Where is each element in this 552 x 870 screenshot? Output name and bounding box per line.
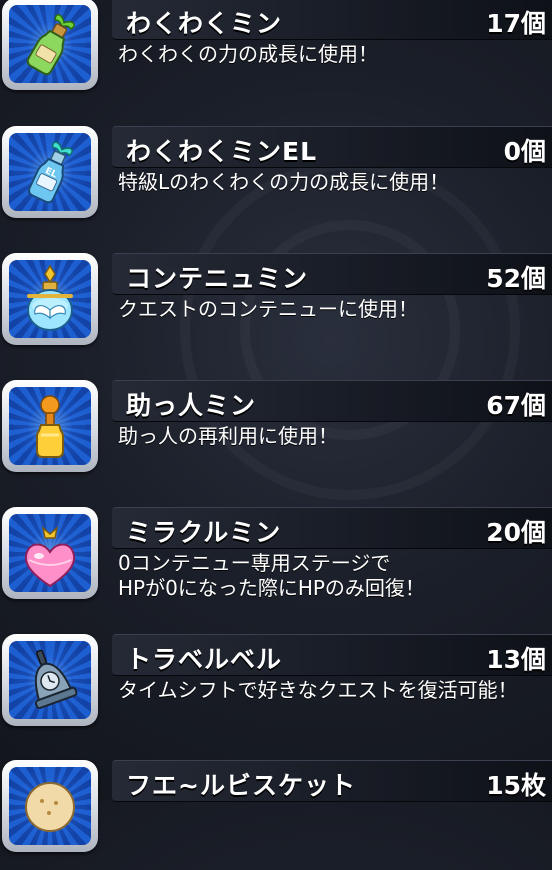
item-row-continue-min[interactable]: コンテニュミン 52個 クエストのコンテニューに使用！ bbox=[0, 253, 552, 363]
description-line: タイムシフトで好きなクエストを復活可能！ bbox=[118, 678, 518, 702]
item-count: 15枚 bbox=[486, 771, 546, 800]
item-count: 67個 bbox=[486, 391, 546, 420]
item-name: フエ~ルビスケット bbox=[126, 771, 356, 800]
description-line: わくわくの力の成長に使用！ bbox=[118, 42, 378, 66]
item-icon-frame bbox=[2, 507, 98, 599]
item-name-bar: フエ~ルビスケット 15枚 bbox=[112, 760, 552, 802]
item-description: 助っ人の再利用に使用！ bbox=[118, 424, 338, 449]
bell-icon bbox=[34, 649, 78, 710]
item-description: 0コンテニュー専用ステージで HPが0になった際にHPのみ回復！ bbox=[118, 551, 425, 601]
item-row-miracle-min[interactable]: ミラクルミン 20個 0コンテニュー専用ステージで HPが0になった際にHPのみ… bbox=[0, 507, 552, 617]
biscuit-icon bbox=[25, 782, 75, 832]
item-count: 17個 bbox=[486, 9, 546, 38]
item-icon-frame bbox=[2, 0, 98, 90]
item-name-bar: トラベルベル 13個 bbox=[112, 634, 552, 676]
item-name-bar: 助っ人ミン 67個 bbox=[112, 380, 552, 422]
item-icon-frame bbox=[2, 760, 98, 852]
green-bottle-icon bbox=[26, 14, 75, 76]
item-row-fueru-biscuit[interactable]: フエ~ルビスケット 15枚 bbox=[0, 760, 552, 870]
item-description: クエストのコンテニューに使用！ bbox=[118, 297, 418, 322]
item-count: 13個 bbox=[486, 645, 546, 674]
item-description: タイムシフトで好きなクエストを復活可能！ bbox=[118, 678, 518, 703]
item-description: わくわくの力の成長に使用！ bbox=[118, 42, 378, 67]
item-icon-frame: EL bbox=[2, 126, 98, 218]
item-name: わくわくミン bbox=[126, 9, 283, 38]
orange-bottle-icon bbox=[36, 395, 64, 458]
item-row-travel-bell[interactable]: トラベルベル 13個 タイムシフトで好きなクエストを復活可能！ bbox=[0, 634, 552, 744]
item-icon-frame bbox=[2, 634, 98, 726]
el-bottle-icon: EL bbox=[27, 141, 73, 204]
item-count: 20個 bbox=[486, 518, 546, 547]
item-name: トラベルベル bbox=[126, 645, 283, 674]
item-name-bar: ミラクルミン 20個 bbox=[112, 507, 552, 549]
item-count: 0個 bbox=[503, 137, 546, 166]
winged-potion-icon bbox=[27, 264, 73, 331]
item-icon-frame bbox=[2, 380, 98, 472]
description-line: 特級Lのわくわくの力の成長に使用！ bbox=[118, 170, 450, 194]
item-name: ミラクルミン bbox=[126, 518, 282, 547]
description-line: HPが0になった際にHPのみ回復！ bbox=[118, 576, 425, 600]
item-icon-frame bbox=[2, 253, 98, 345]
description-line: 助っ人の再利用に使用！ bbox=[118, 424, 338, 448]
item-name-bar: わくわくミンEL 0個 bbox=[112, 126, 552, 168]
description-line: クエストのコンテニューに使用！ bbox=[118, 297, 418, 321]
item-row-wakuwaku-min[interactable]: わくわくミン 17個 わくわくの力の成長に使用！ bbox=[0, 0, 552, 108]
item-description: 特級Lのわくわくの力の成長に使用！ bbox=[118, 170, 449, 195]
item-count: 52個 bbox=[486, 264, 546, 293]
item-name-bar: コンテニュミン 52個 bbox=[112, 253, 552, 295]
item-name: コンテニュミン bbox=[126, 264, 309, 293]
item-name-bar: わくわくミン 17個 bbox=[112, 0, 552, 40]
item-name: 助っ人ミン bbox=[126, 391, 257, 420]
item-row-wakuwaku-min-el[interactable]: EL わくわくミンEL 0個 特級Lのわくわくの力の成長に使用！ bbox=[0, 126, 552, 236]
item-row-suketto-min[interactable]: 助っ人ミン 67個 助っ人の再利用に使用！ bbox=[0, 380, 552, 490]
heart-potion-icon bbox=[24, 526, 76, 588]
item-name: わくわくミンEL bbox=[126, 137, 318, 166]
description-line: 0コンテニュー専用ステージで bbox=[118, 551, 391, 575]
